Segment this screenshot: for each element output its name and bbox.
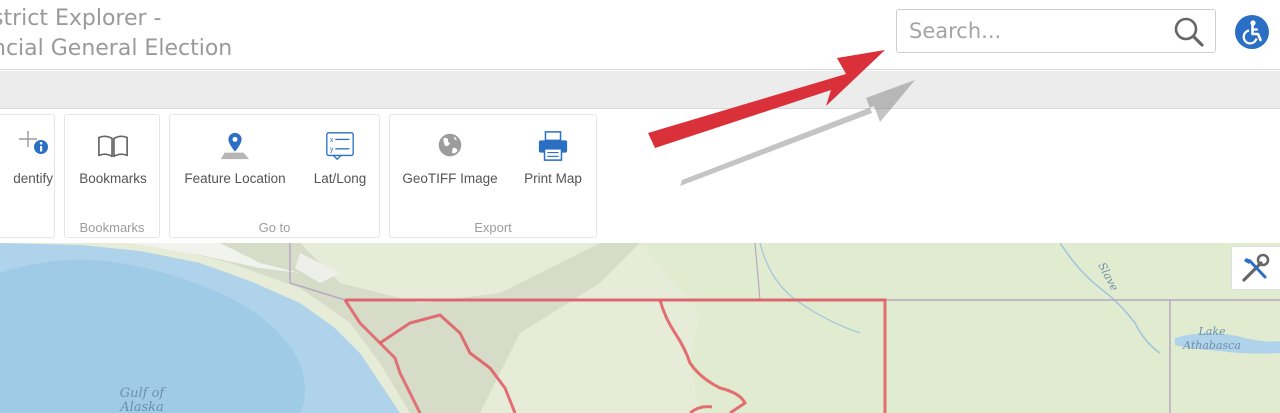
bookmarks-label: Bookmarks [79,171,147,186]
tool-ribbon: dentify Bookmarks Bookmarks Feature Loca… [0,110,1280,243]
accessibility-button[interactable] [1235,15,1269,49]
identify-button[interactable]: dentify [0,129,53,186]
map-label-lake-line-2: Athabasca [1182,339,1241,352]
print-map-label: Print Map [524,171,582,186]
feature-location-label: Feature Location [184,171,286,186]
search-box[interactable] [896,9,1216,53]
app-title: strict Explorer - ncial General Election [0,4,232,64]
geotiff-image-button[interactable]: GeoTIFF Image [398,129,502,186]
identify-icon [19,131,48,154]
map-view[interactable]: Gulf of Alaska Lake Athabasca Slave [0,243,1280,413]
identify-group: dentify [0,114,55,238]
export-group: GeoTIFF Image Print Map Export [389,114,597,238]
map-label-gulf-line-1: Gulf of [120,386,167,401]
bookmarks-group: Bookmarks Bookmarks [64,114,160,238]
app-title-line-2: ncial General Election [0,36,233,61]
goto-group: Feature Location x y Lat/Long Go to [169,114,380,238]
toolbar-strip [0,71,1280,109]
map-pin-icon [220,132,250,160]
wheelchair-icon [1242,20,1262,45]
wrench-screwdriver-icon [1242,253,1270,282]
svg-text:y: y [330,146,334,154]
map-tools-button[interactable] [1231,246,1280,290]
feature-location-button[interactable]: Feature Location [178,129,292,186]
book-icon [98,135,128,158]
bookmarks-button[interactable]: Bookmarks [65,129,161,186]
map-label-gulf-line-2: Alaska [119,400,164,413]
print-map-button[interactable]: Print Map [516,129,590,186]
identify-label: dentify [13,171,53,186]
globe-icon [438,133,462,157]
search-icon[interactable] [1173,16,1205,48]
lat-long-label: Lat/Long [313,171,367,186]
coordinates-icon: x y [326,132,354,161]
lat-long-button[interactable]: x y Lat/Long [305,129,375,186]
search-input[interactable] [897,10,1167,52]
export-group-label: Export [474,220,512,235]
printer-icon [538,131,568,161]
map-label-lake-line-1: Lake [1197,325,1226,338]
geotiff-image-label: GeoTIFF Image [402,171,498,186]
app-header: strict Explorer - ncial General Election [0,0,1280,70]
app-title-line-1: strict Explorer - [0,6,162,31]
goto-group-label: Go to [258,220,291,235]
svg-text:x: x [330,136,334,144]
bookmarks-group-label: Bookmarks [79,220,145,235]
map-canvas[interactable]: Gulf of Alaska Lake Athabasca Slave [0,243,1280,413]
